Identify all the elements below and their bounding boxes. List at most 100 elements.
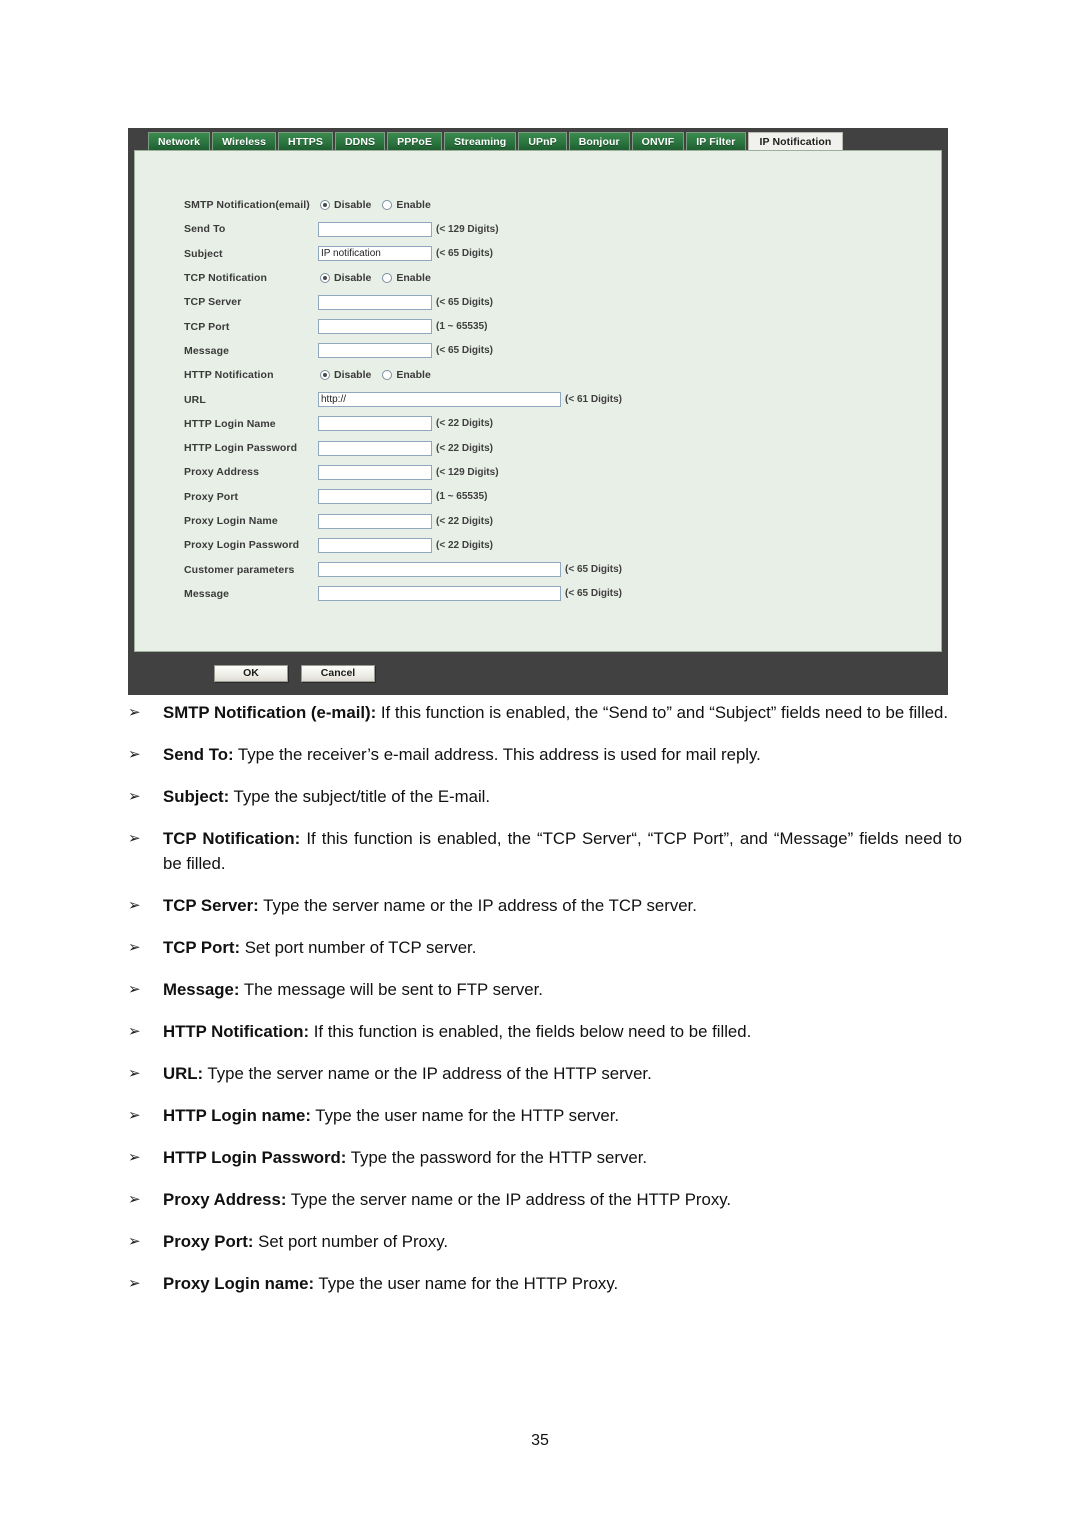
tab-streaming[interactable]: Streaming: [444, 132, 517, 150]
form-row-http-notification: HTTP Notification Disable Enable: [184, 363, 904, 387]
form-row-send-to: Send To (< 129 Digits): [184, 217, 904, 241]
bullet-term: SMTP Notification (e-mail):: [163, 703, 377, 722]
bullet-item: ➢ HTTP Notification: If this function is …: [0, 1019, 1080, 1044]
form-row-subject: Subject IP notification (< 65 Digits): [184, 242, 904, 266]
form-row-tcp-port: TCP Port (1 ~ 65535): [184, 314, 904, 338]
hint-http-login-password: (< 22 Digits): [436, 442, 493, 454]
bullet-term: Proxy Login name:: [163, 1274, 315, 1293]
bullet-term: TCP Port:: [163, 938, 241, 957]
bullet-text: Type the user name for the HTTP Proxy.: [314, 1274, 619, 1293]
radio-dot-icon[interactable]: [320, 200, 330, 211]
ok-button[interactable]: OK: [214, 665, 288, 682]
bullet-item: ➢ URL: Type the server name or the IP add…: [0, 1061, 1080, 1086]
form-row-proxy-port: Proxy Port (1 ~ 65535): [184, 485, 904, 509]
bullet-text: The message will be sent to FTP server.: [239, 980, 543, 999]
bullet-arrow-icon: ➢: [128, 1065, 141, 1082]
bullet-text: Type the user name for the HTTP server.: [310, 1106, 620, 1125]
bullet-term: Subject:: [163, 787, 230, 806]
bullet-item: ➢ HTTP Login Password: Type the password …: [0, 1145, 1080, 1170]
input-proxy-login-name[interactable]: [318, 513, 432, 529]
bullet-term: TCP Notification:: [163, 829, 301, 848]
tab-network[interactable]: Network: [148, 132, 211, 150]
hint-tcp-server: (< 65 Digits): [436, 296, 493, 308]
radio-dot-icon[interactable]: [382, 200, 393, 211]
label-proxy-port: Proxy Port: [184, 490, 239, 503]
label-url: URL: [184, 393, 206, 406]
tab-ip-filter[interactable]: IP Filter: [686, 132, 746, 150]
control-tcp-server: (< 65 Digits): [318, 294, 493, 310]
label-tcp-port: TCP Port: [184, 320, 230, 333]
control-customer-parameters: (< 65 Digits): [318, 562, 622, 578]
radio-smtp-notification-email-enable[interactable]: Enable: [382, 199, 431, 211]
bullet-text: Set port number of Proxy.: [253, 1232, 449, 1251]
radio-dot-icon[interactable]: [382, 370, 393, 381]
control-http-notification: Disable Enable: [318, 369, 431, 381]
input-url[interactable]: http://: [318, 392, 561, 408]
input-proxy-address[interactable]: [318, 464, 432, 480]
form-row-tcp-notification: TCP Notification Disable Enable: [184, 266, 904, 290]
ip-notification-settings-panel: SMTP Notification(email) Disable Enable Sen…: [134, 150, 942, 652]
form-row-http-login-name: HTTP Login Name (< 22 Digits): [184, 412, 904, 436]
radio-http-notification-disable[interactable]: Disable: [320, 369, 371, 381]
manual-body-text: ➢ SMTP Notification (e-mail): If this fun…: [0, 700, 1080, 1313]
hint-proxy-login-name: (< 22 Digits): [436, 515, 493, 527]
bullet-term: HTTP Login name:: [163, 1106, 311, 1125]
tab-onvif[interactable]: ONVIF: [631, 132, 685, 150]
bullet-arrow-icon: ➢: [128, 939, 141, 956]
tab-ip-notification[interactable]: IP Notification: [747, 132, 844, 150]
radio-dot-icon[interactable]: [320, 273, 330, 284]
bullet-arrow-icon: ➢: [128, 1233, 141, 1250]
input-tcp-server[interactable]: [318, 294, 432, 310]
cancel-button[interactable]: Cancel: [301, 665, 375, 682]
hint-proxy-port: (1 ~ 65535): [436, 491, 488, 503]
bullet-item: ➢ Proxy Login name: Type the user name fo…: [0, 1271, 1080, 1296]
radio-dot-icon[interactable]: [320, 370, 330, 381]
bullet-term: HTTP Login Password:: [163, 1148, 347, 1167]
input-proxy-port[interactable]: [318, 489, 432, 505]
tab-bonjour[interactable]: Bonjour: [568, 132, 630, 150]
bullet-term: HTTP Notification:: [163, 1022, 310, 1041]
form-row-customer-parameters: Customer parameters (< 65 Digits): [184, 557, 904, 581]
radio-label: Enable: [396, 369, 431, 382]
radio-http-notification-enable[interactable]: Enable: [382, 369, 431, 382]
bullet-item: ➢ Message: The message will be sent to FT…: [0, 977, 1080, 1002]
input-http-login-name[interactable]: [318, 416, 432, 432]
input-proxy-login-password[interactable]: [318, 537, 432, 553]
device-web-ui-screenshot: Network Wireless HTTPS DDNS PPPoE Streaming UP…: [128, 128, 948, 695]
tab-upnp[interactable]: UPnP: [518, 132, 567, 150]
input-tcp-port[interactable]: [318, 319, 432, 335]
settings-tab-bar[interactable]: Network Wireless HTTPS DDNS PPPoE Streaming UP…: [148, 131, 844, 150]
radio-group-http-notification[interactable]: Disable Enable: [320, 369, 431, 381]
bullet-term: URL:: [163, 1064, 204, 1083]
radio-dot-icon[interactable]: [382, 273, 393, 284]
input-customer-parameters[interactable]: [318, 562, 561, 578]
label-smtp-notification-email: SMTP Notification(email): [184, 199, 310, 212]
hint-message: (< 65 Digits): [436, 345, 493, 357]
input-message[interactable]: [318, 343, 432, 359]
bullet-arrow-icon: ➢: [128, 704, 141, 721]
bullet-arrow-icon: ➢: [128, 981, 141, 998]
form-row-url: URL http:// (< 61 Digits): [184, 387, 904, 411]
input-http-login-password[interactable]: [318, 440, 432, 456]
radio-label: Disable: [334, 272, 372, 285]
input-message[interactable]: [318, 586, 561, 602]
control-send-to: (< 129 Digits): [318, 221, 499, 237]
radio-smtp-notification-email-disable[interactable]: Disable: [320, 199, 371, 211]
tab-pppoe[interactable]: PPPoE: [387, 132, 443, 150]
radio-tcp-notification-disable[interactable]: Disable: [320, 272, 371, 284]
tab-ddns[interactable]: DDNS: [334, 132, 386, 150]
hint-send-to: (< 129 Digits): [436, 223, 499, 235]
tab-https[interactable]: HTTPS: [278, 132, 333, 150]
radio-tcp-notification-enable[interactable]: Enable: [382, 272, 431, 284]
bullet-item: ➢ SMTP Notification (e-mail): If this fun…: [0, 700, 1080, 725]
bullet-text: Type the server name or the IP address o…: [286, 1190, 732, 1209]
bullet-item: ➢ Send To: Type the receiver’s e-mail add…: [0, 742, 1080, 767]
radio-group-tcp-notification[interactable]: Disable Enable: [320, 272, 431, 284]
label-proxy-login-name: Proxy Login Name: [184, 515, 278, 527]
input-send-to[interactable]: [318, 221, 432, 237]
radio-group-smtp-notification-email[interactable]: Disable Enable: [320, 199, 431, 211]
input-subject[interactable]: IP notification: [318, 246, 432, 262]
bullet-item: ➢ Subject: Type the subject/title of the …: [0, 784, 1080, 809]
control-message: (< 65 Digits): [318, 343, 493, 359]
tab-wireless[interactable]: Wireless: [212, 132, 277, 150]
